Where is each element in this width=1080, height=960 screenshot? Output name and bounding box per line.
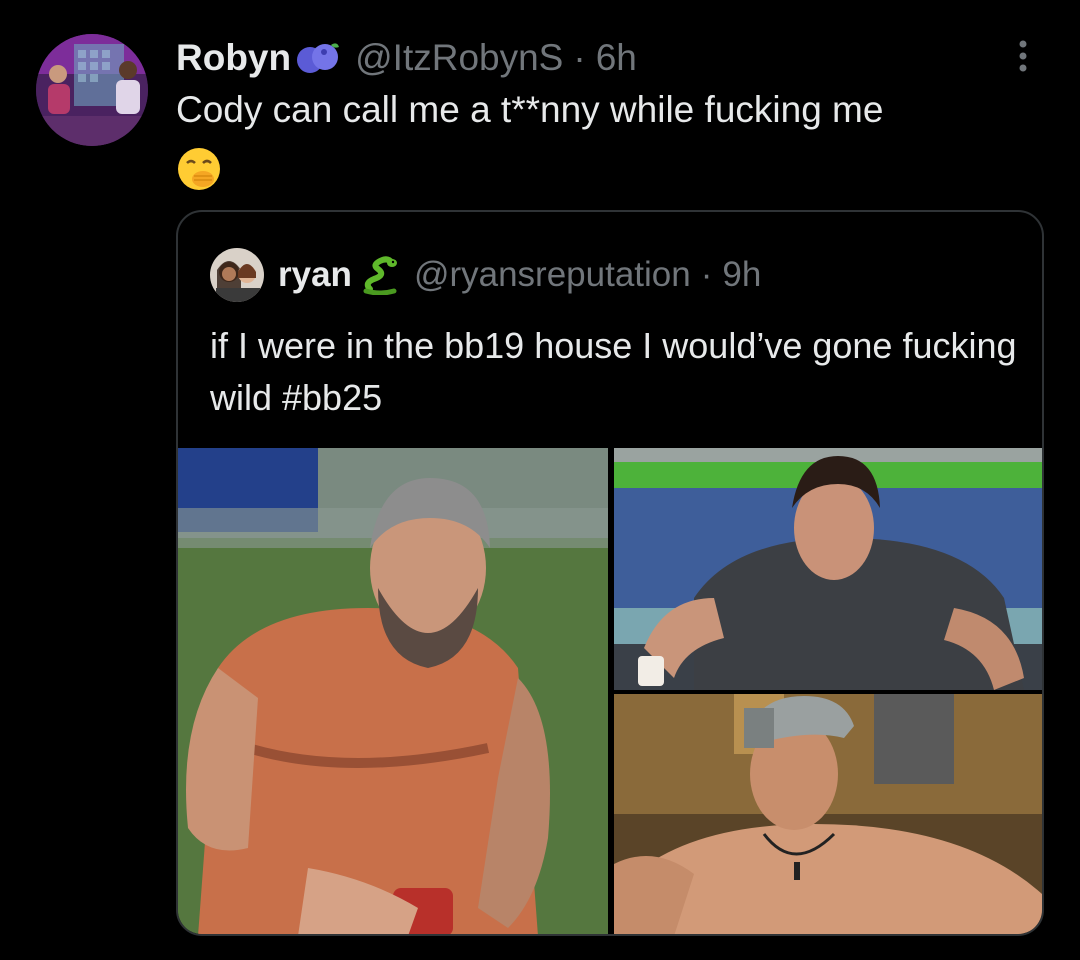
quoted-user-handle[interactable]: @ryansreputation [414, 255, 691, 295]
media-grid [178, 448, 1042, 934]
blueberry-emoji-icon [295, 41, 341, 75]
tweet[interactable]: Robyn @ItzRobynS · 6h Cody can call me a… [0, 0, 1080, 960]
quoted-avatar[interactable] [210, 248, 264, 302]
quoted-display-name[interactable]: ryan [278, 255, 352, 295]
media-image-2[interactable] [614, 448, 1042, 690]
display-name[interactable]: Robyn [176, 37, 291, 79]
quoted-tweet[interactable]: ryan @ryansreputation · 9h if I were in … [176, 210, 1044, 936]
quoted-timestamp[interactable]: 9h [722, 255, 761, 295]
quoted-tweet-header: ryan @ryansreputation · 9h [210, 248, 761, 302]
timestamp[interactable]: 6h [596, 37, 637, 79]
media-image-1[interactable] [178, 448, 608, 934]
tweet-text: Cody can call me a t**nny while fucking … [176, 89, 884, 130]
media-image-3[interactable] [614, 694, 1042, 934]
tweet-header: Robyn @ItzRobynS · 6h [176, 34, 637, 82]
avatar[interactable] [36, 34, 148, 146]
face-with-hand-over-mouth-emoji-icon [176, 146, 222, 192]
user-handle[interactable]: @ItzRobynS [355, 37, 563, 79]
separator-dot: · [573, 37, 586, 78]
more-options-icon[interactable] [1010, 38, 1036, 74]
snake-emoji-icon [362, 255, 398, 296]
separator-dot: · [700, 255, 713, 294]
quoted-tweet-text: if I were in the bb19 house I would’ve g… [210, 325, 1017, 418]
